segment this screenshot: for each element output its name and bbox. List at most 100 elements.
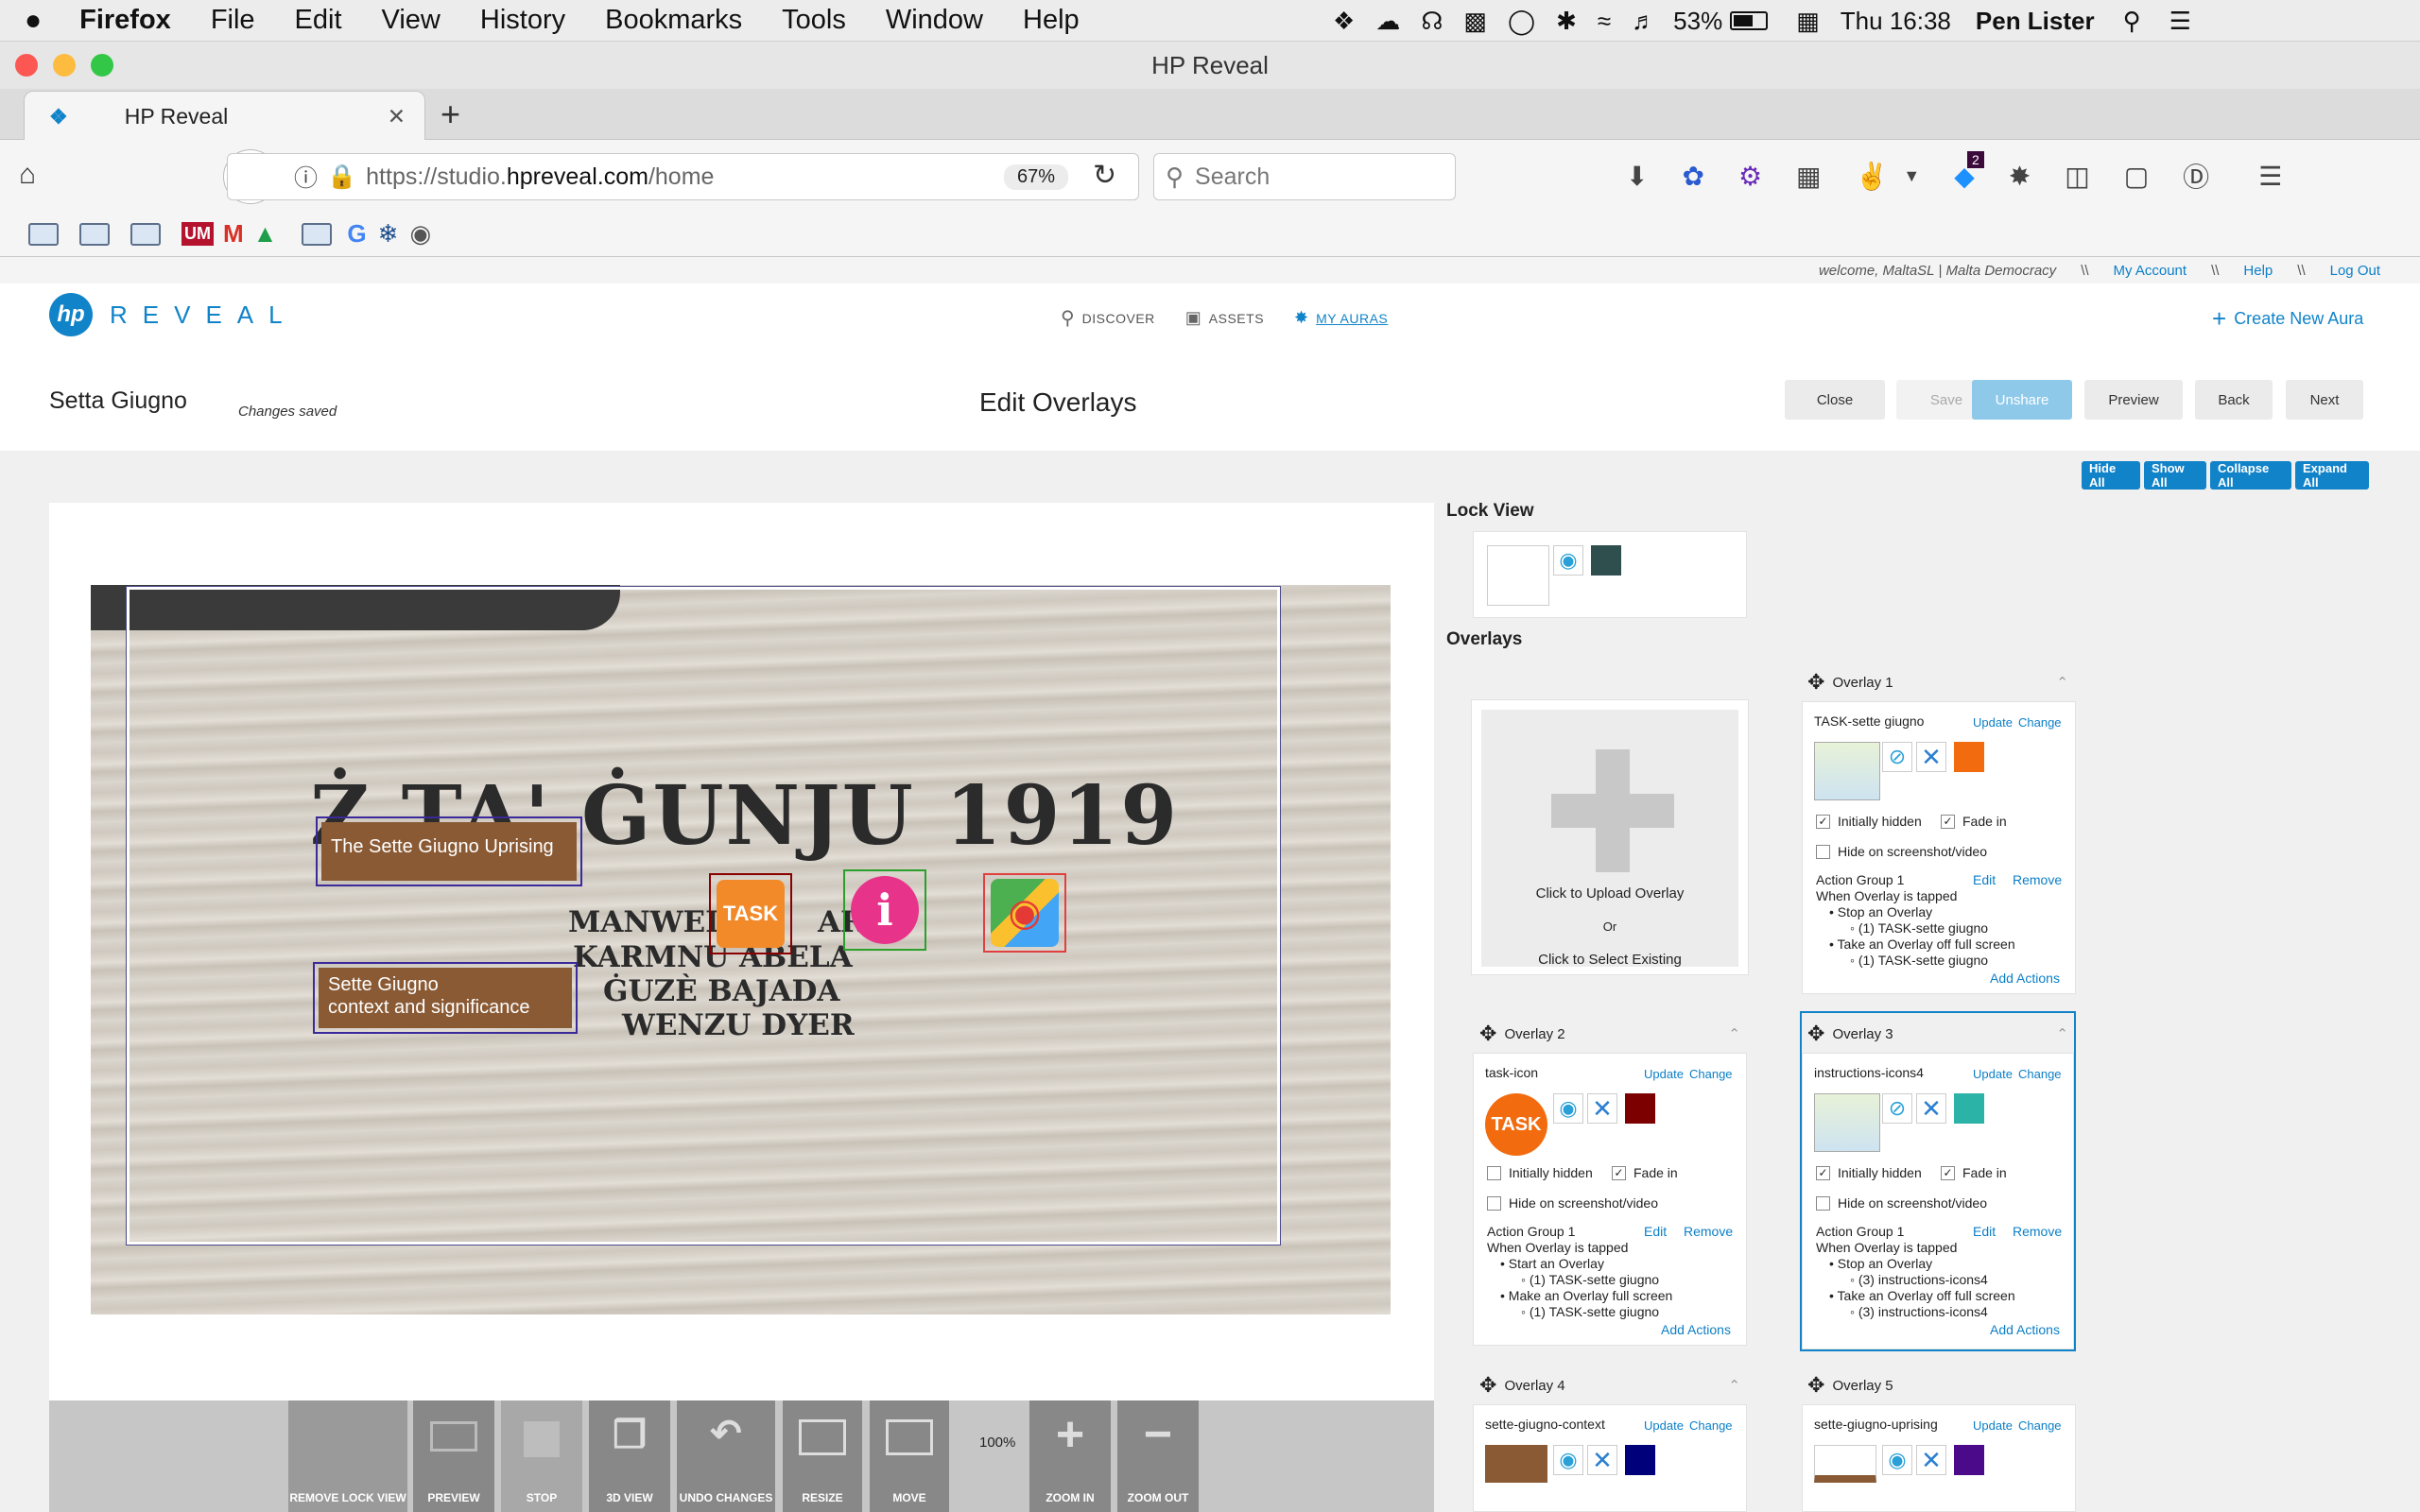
fade-in-checkbox[interactable]: ✓ [1941, 1165, 1955, 1180]
collapse-icon[interactable]: ⌃ [1728, 1025, 1740, 1042]
overlay-2-header[interactable]: ✥ Overlay 2 ⌃ [1479, 1013, 1740, 1055]
menu-file[interactable]: File [211, 5, 255, 36]
remove-lock-view-button[interactable]: REMOVE LOCK VIEW [288, 1400, 407, 1512]
overlay-info-icon[interactable]: i [843, 869, 926, 951]
menu-hamburger-icon[interactable]: ☰ [2258, 161, 2282, 192]
create-aura-button[interactable]: + Create New Aura [2212, 304, 2363, 334]
overlay-4-header[interactable]: ✥ Overlay 4 ⌃ [1479, 1365, 1740, 1406]
bookmark-folder-icon[interactable] [79, 222, 110, 246]
move-handle-icon[interactable]: ✥ [1479, 1373, 1496, 1398]
delete-icon[interactable]: ✕ [1587, 1093, 1617, 1124]
fade-in-checkbox[interactable]: ✓ [1612, 1165, 1626, 1180]
overlay-2-change[interactable]: Change [1689, 1067, 1733, 1081]
move-handle-icon[interactable]: ✥ [1807, 1022, 1824, 1046]
logout-link[interactable]: Log Out [2330, 263, 2380, 279]
battery-icon[interactable] [1730, 11, 1769, 30]
volume-icon[interactable]: ♬ [1632, 7, 1656, 36]
action-edit-link[interactable]: Edit [1973, 1224, 1996, 1239]
sidebar-icon[interactable]: ◫ [2065, 161, 2089, 192]
extension-broom-icon[interactable]: ✌ [1856, 161, 1889, 192]
bookmark-folder-icon[interactable] [28, 222, 59, 246]
overlay-4-change[interactable]: Change [1689, 1418, 1733, 1433]
my-account-link[interactable]: My Account [2114, 263, 2187, 279]
extension-network-icon[interactable]: ✸ [2009, 161, 2031, 192]
overlay-5-color[interactable] [1954, 1445, 1984, 1475]
undo-changes-button[interactable]: ↶ UNDO CHANGES [677, 1400, 775, 1512]
bookmark-um-icon[interactable]: UM [182, 222, 214, 246]
stop-button[interactable]: STOP [501, 1400, 582, 1512]
extension-puzzle-icon[interactable]: ▦ [1796, 161, 1821, 192]
eye-icon[interactable]: ◉ [1553, 1445, 1583, 1475]
bookmark-globe-icon[interactable]: ◉ [409, 219, 431, 249]
add-actions-link[interactable]: Add Actions [1990, 971, 2060, 986]
nav-assets[interactable]: ASSETS [1209, 311, 1264, 326]
hide-screenshot-checkbox[interactable] [1487, 1195, 1501, 1211]
unshare-button[interactable]: Unshare [1972, 380, 2072, 420]
wordpress-icon[interactable]: Ⓓ [2183, 157, 2209, 195]
menu-help[interactable]: Help [1023, 5, 1080, 36]
menu-window[interactable]: Window [886, 5, 983, 36]
extension-swirl-icon[interactable]: ✿ [1682, 161, 1703, 192]
move-handle-icon[interactable]: ✥ [1807, 670, 1824, 695]
collapse-all-button[interactable]: Collapse All [2210, 461, 2291, 490]
hide-screenshot-checkbox[interactable] [1816, 844, 1830, 859]
bookmark-folder-icon[interactable] [302, 222, 333, 246]
eye-hidden-icon[interactable]: ⊘ [1882, 1093, 1912, 1124]
truck-icon[interactable]: ▩ [1463, 7, 1487, 36]
collapse-icon[interactable]: ⌃ [2056, 1025, 2068, 1042]
bolt-icon[interactable]: ✱ [1556, 7, 1577, 36]
overlay-5-thumbnail[interactable] [1814, 1445, 1876, 1483]
apple-icon[interactable]: ● [25, 5, 42, 37]
overlay-3-change[interactable]: Change [2018, 1067, 2062, 1081]
delete-icon[interactable]: ✕ [1916, 1445, 1946, 1475]
overlay-3-thumbnail[interactable] [1814, 1093, 1880, 1152]
fade-in-checkbox[interactable]: ✓ [1941, 814, 1955, 829]
next-button[interactable]: Next [2286, 380, 2363, 420]
add-actions-link[interactable]: Add Actions [1990, 1322, 2060, 1337]
menu-bookmarks[interactable]: Bookmarks [605, 5, 742, 36]
close-button[interactable]: Close [1785, 380, 1885, 420]
menu-view[interactable]: View [382, 5, 441, 36]
menu-app[interactable]: Firefox [79, 5, 171, 36]
search-bar[interactable]: ⚲ Search [1153, 153, 1456, 200]
disk-icon[interactable]: ◯ [1508, 7, 1535, 36]
select-existing-label[interactable]: Click to Select Existing [1481, 952, 1738, 968]
collapse-icon[interactable]: ⌃ [1728, 1377, 1740, 1394]
add-actions-link[interactable]: Add Actions [1661, 1322, 1731, 1337]
delete-icon[interactable]: ✕ [1587, 1445, 1617, 1475]
wifi-icon[interactable]: ≈ [1598, 7, 1611, 36]
upload-overlay-area[interactable]: Click to Upload Overlay Or Click to Sele… [1481, 710, 1738, 968]
overlay-1-change[interactable]: Change [2018, 715, 2062, 730]
action-remove-link[interactable]: Remove [1684, 1224, 1733, 1239]
bookmark-google-icon[interactable]: G [347, 219, 366, 249]
overlay-5-change[interactable]: Change [2018, 1418, 2062, 1433]
overlay-3-color[interactable] [1954, 1093, 1984, 1124]
overlay-5-update[interactable]: Update [1973, 1418, 2013, 1433]
overlay-5-header[interactable]: ✥ Overlay 5 [1807, 1365, 2068, 1406]
initially-hidden-checkbox[interactable]: ✓ [1816, 1165, 1830, 1180]
action-edit-link[interactable]: Edit [1973, 872, 1996, 887]
eye-hidden-icon[interactable]: ⊘ [1882, 742, 1912, 772]
overlay-uprising[interactable]: The Sette Giugno Uprising [316, 816, 582, 886]
lock-view-color-swatch[interactable] [1591, 545, 1621, 576]
extension-notify-icon[interactable]: ◆ 2 [1954, 150, 1984, 192]
3d-view-button[interactable]: ❒ 3D VIEW [589, 1400, 670, 1512]
hide-all-button[interactable]: Hide All [2082, 461, 2140, 490]
menu-tools[interactable]: Tools [782, 5, 846, 36]
overlay-2-color[interactable] [1625, 1093, 1655, 1124]
reload-icon[interactable]: ↻ [1093, 159, 1116, 192]
overlay-2-update[interactable]: Update [1644, 1067, 1684, 1081]
help-link[interactable]: Help [2243, 263, 2273, 279]
url-bar[interactable]: ⓘ 🔒 https://studio. hpreveal.com/home 67% [227, 153, 1139, 200]
spotlight-icon[interactable]: ⚲ [2123, 7, 2141, 36]
overlay-1-thumbnail[interactable] [1814, 742, 1880, 800]
preview-button[interactable]: Preview [2084, 380, 2183, 420]
eye-icon[interactable]: ◉ [1553, 1093, 1583, 1124]
zoom-in-button[interactable]: + ZOOM IN [1029, 1400, 1111, 1512]
overlay-4-update[interactable]: Update [1644, 1418, 1684, 1433]
download-icon[interactable]: ⬇ [1626, 161, 1648, 192]
cloud-icon[interactable]: ☁ [1375, 7, 1400, 36]
overlay-task-icon[interactable]: TASK [709, 873, 792, 954]
action-remove-link[interactable]: Remove [2013, 1224, 2062, 1239]
zoom-indicator[interactable]: 67% [1003, 163, 1068, 190]
